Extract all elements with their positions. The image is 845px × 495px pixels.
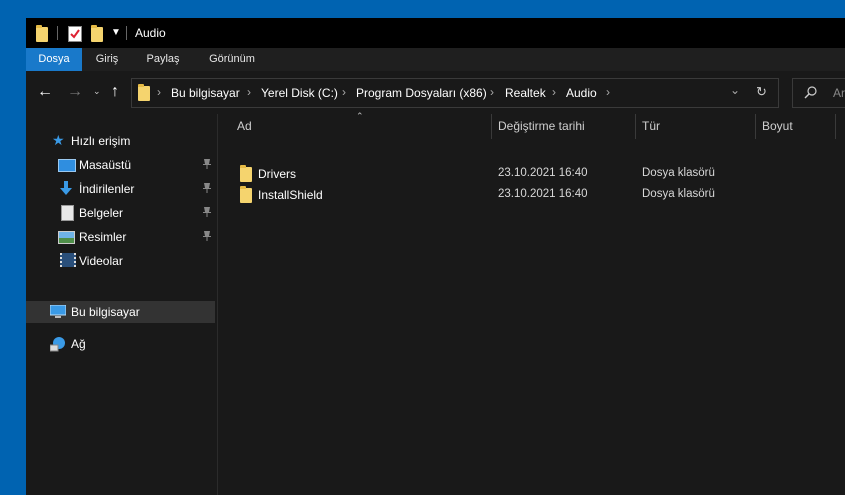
chevron-right-icon[interactable]: › (552, 85, 556, 99)
title-bar: ▼ Audio (26, 18, 845, 48)
refresh-icon[interactable]: ↻ (756, 84, 767, 100)
sidebar-item-label: İndirilenler (79, 182, 135, 196)
desktop-icon (58, 159, 76, 172)
sort-ascending-icon: ⌃ (356, 111, 364, 121)
sidebar-item-videos[interactable]: Videolar (26, 250, 215, 272)
file-type: Dosya klasörü (642, 167, 715, 179)
breadcrumb-audio[interactable]: Audio (566, 86, 597, 100)
column-separator[interactable] (755, 114, 756, 139)
sidebar-item-label: Videolar (79, 254, 123, 268)
address-bar[interactable]: › Bu bilgisayar › Yerel Disk (C:) › Prog… (131, 78, 779, 108)
chevron-right-icon[interactable]: › (247, 85, 251, 99)
breadcrumb-this-pc[interactable]: Bu bilgisayar (171, 86, 240, 100)
sidebar-item-this-pc[interactable]: Bu bilgisayar (26, 301, 215, 323)
navigation-bar: ← → ⌄ ↑ › Bu bilgisayar › Yerel Disk (C:… (26, 71, 845, 114)
pin-icon (203, 207, 211, 217)
explorer-window: ▼ Audio Dosya Giriş Paylaş Görünüm ← → ⌄… (26, 18, 845, 495)
file-type: Dosya klasörü (642, 188, 715, 200)
sidebar-item-label: Hızlı erişim (71, 134, 131, 148)
folder-icon (138, 84, 150, 101)
star-icon: ★ (52, 132, 65, 148)
separator (57, 26, 58, 40)
column-header-name[interactable]: Ad (237, 119, 252, 133)
sidebar-item-downloads[interactable]: İndirilenler (26, 178, 215, 200)
column-header-type[interactable]: Tür (642, 119, 660, 133)
download-icon (60, 181, 72, 195)
file-name: Drivers (258, 167, 296, 181)
sidebar-item-pictures[interactable]: Resimler (26, 226, 215, 248)
tab-paylas[interactable]: Paylaş (132, 48, 194, 71)
folder-icon (36, 25, 48, 42)
file-modified: 23.10.2021 16:40 (498, 188, 588, 200)
sidebar-item-desktop[interactable]: Masaüstü (26, 154, 215, 176)
pin-icon (203, 159, 211, 169)
sidebar-item-documents[interactable]: Belgeler (26, 202, 215, 224)
sidebar-item-label: Belgeler (79, 206, 124, 220)
pin-icon (203, 231, 211, 241)
breadcrumb-program-files[interactable]: Program Dosyaları (x86) (356, 86, 487, 100)
chevron-right-icon[interactable]: › (342, 85, 346, 99)
forward-arrow-icon[interactable]: → (67, 83, 83, 101)
chevron-right-icon[interactable]: › (490, 85, 494, 99)
breadcrumb-realtek[interactable]: Realtek (505, 86, 546, 100)
file-row[interactable]: Drivers 23.10.2021 16:40 Dosya klasörü (218, 163, 845, 184)
pin-icon (203, 183, 211, 193)
new-folder-icon[interactable] (91, 25, 103, 42)
sidebar-item-label: Masaüstü (79, 158, 132, 172)
folder-icon (240, 165, 252, 182)
documents-icon (61, 205, 74, 221)
separator (126, 26, 127, 40)
videos-icon (60, 253, 76, 267)
sidebar-item-label: Bu bilgisayar (71, 305, 140, 319)
up-arrow-icon[interactable]: ↑ (111, 83, 119, 101)
breadcrumb-local-disk[interactable]: Yerel Disk (C:) (261, 86, 338, 100)
column-header-size[interactable]: Boyut (762, 119, 793, 133)
network-icon (50, 337, 65, 352)
tab-giris[interactable]: Giriş (82, 48, 132, 71)
search-box[interactable]: Ar (792, 78, 845, 108)
ribbon-tabs: Dosya Giriş Paylaş Görünüm (26, 48, 845, 71)
sidebar-item-label: Ağ (71, 337, 86, 351)
column-separator[interactable] (835, 114, 836, 139)
window-title: Audio (135, 26, 166, 40)
tab-gorunum[interactable]: Görünüm (194, 48, 270, 71)
customize-dropdown-icon[interactable]: ▼ (111, 27, 121, 38)
pictures-icon (58, 231, 75, 244)
column-header-modified[interactable]: Değiştirme tarihi (498, 119, 585, 133)
file-row[interactable]: InstallShield 23.10.2021 16:40 Dosya kla… (218, 184, 845, 205)
sidebar-item-network[interactable]: Ağ (26, 333, 215, 355)
tab-dosya[interactable]: Dosya (26, 48, 82, 71)
recent-locations-chevron-icon[interactable]: ⌄ (93, 86, 101, 97)
address-dropdown-icon[interactable]: ⌄ (730, 83, 740, 97)
file-name: InstallShield (258, 188, 323, 202)
sidebar-item-label: Resimler (79, 230, 127, 244)
file-modified: 23.10.2021 16:40 (498, 167, 588, 179)
search-input[interactable]: Ar (833, 86, 845, 100)
column-separator[interactable] (491, 114, 492, 139)
search-icon (804, 86, 817, 99)
chevron-right-icon[interactable]: › (606, 85, 610, 99)
back-arrow-icon[interactable]: ← (37, 83, 53, 101)
folder-icon (240, 186, 252, 203)
computer-icon (50, 305, 66, 318)
sidebar-item-quick-access[interactable]: ★ Hızlı erişim (26, 130, 215, 152)
column-separator[interactable] (635, 114, 636, 139)
chevron-right-icon[interactable]: › (157, 85, 161, 99)
file-list: ⌃ Ad Değiştirme tarihi Tür Boyut Drivers… (218, 111, 845, 495)
navigation-pane: ★ Hızlı erişim Masaüstü İndirilenler Bel… (26, 114, 217, 495)
properties-icon[interactable] (68, 26, 82, 42)
